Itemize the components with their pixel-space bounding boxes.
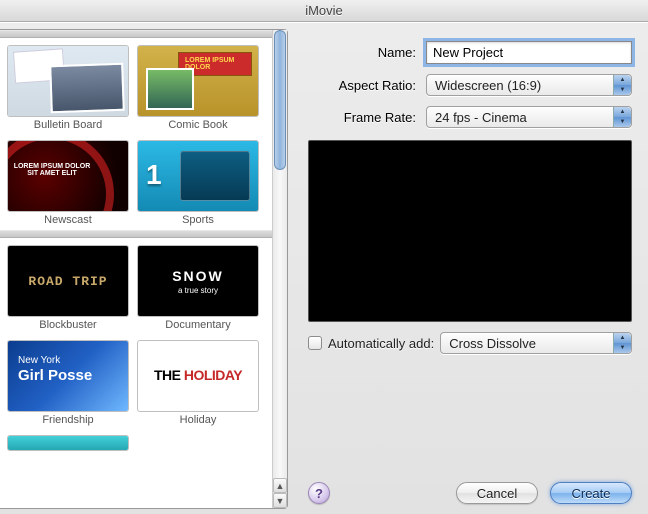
aspect-ratio-value: Widescreen (16:9): [435, 78, 541, 93]
cancel-button-label: Cancel: [477, 486, 517, 501]
frame-rate-label: Frame Rate:: [308, 110, 426, 125]
thumb-text: SNOW: [138, 268, 258, 284]
template-label: Documentary: [138, 319, 258, 331]
form-row-framerate: Frame Rate: 24 fps - Cinema ▲▼: [308, 106, 632, 128]
automatically-add-label: Automatically add:: [328, 336, 434, 351]
create-button-label: Create: [571, 486, 610, 501]
aspect-ratio-select[interactable]: Widescreen (16:9) ▲▼: [426, 74, 632, 96]
template-item-partial[interactable]: [8, 436, 128, 450]
scrollbar-track[interactable]: [273, 30, 287, 478]
help-button[interactable]: ?: [308, 482, 330, 504]
template-item-blockbuster[interactable]: Blockbuster: [8, 246, 128, 331]
template-thumb: [138, 141, 258, 211]
sheet-footer: ? Cancel Create: [308, 482, 632, 504]
name-label: Name:: [308, 45, 426, 60]
template-thumb: [138, 46, 258, 116]
window-title: iMovie: [305, 3, 343, 18]
transition-value: Cross Dissolve: [449, 336, 536, 351]
template-item-holiday[interactable]: THE HOLIDAY Holiday: [138, 341, 258, 426]
automatic-add-row: Automatically add: Cross Dissolve ▲▼: [308, 332, 632, 354]
template-thumb: [8, 436, 128, 450]
template-label: Comic Book: [138, 119, 258, 131]
template-thumb: [8, 246, 128, 316]
frame-rate-value: 24 fps - Cinema: [435, 110, 527, 125]
template-label: Friendship: [8, 414, 128, 426]
select-stepper-icon: ▲▼: [613, 75, 631, 95]
frame-rate-select[interactable]: 24 fps - Cinema ▲▼: [426, 106, 632, 128]
template-scrollbar[interactable]: ▲ ▼: [272, 30, 287, 508]
template-label: Holiday: [138, 414, 258, 426]
create-button[interactable]: Create: [550, 482, 632, 504]
aspect-ratio-label: Aspect Ratio:: [308, 78, 426, 93]
scroll-down-icon[interactable]: ▼: [273, 493, 287, 508]
form-row-name: Name:: [308, 41, 632, 64]
template-scroll-area[interactable]: Bulletin Board Comic Book Newscast Sport…: [0, 30, 272, 508]
new-project-sheet: Bulletin Board Comic Book Newscast Sport…: [0, 22, 648, 514]
template-item-friendship[interactable]: New York Girl Posse Friendship: [8, 341, 128, 426]
template-group-header: [0, 230, 272, 238]
template-picker-panel: Bulletin Board Comic Book Newscast Sport…: [0, 29, 288, 509]
select-stepper-icon: ▲▼: [613, 107, 631, 127]
project-preview: [308, 140, 632, 322]
template-item-sports[interactable]: Sports: [138, 141, 258, 226]
template-label: Newscast: [8, 214, 128, 226]
template-item-newscast[interactable]: Newscast: [8, 141, 128, 226]
project-form-panel: Name: Aspect Ratio: Widescreen (16:9) ▲▼…: [288, 23, 648, 514]
template-item-comic-book[interactable]: Comic Book: [138, 46, 258, 131]
window-titlebar: iMovie: [0, 0, 648, 22]
template-group: Blockbuster SNOW a true story Documentar…: [0, 238, 272, 454]
scrollbar-thumb[interactable]: [274, 30, 286, 170]
template-item-bulletin-board[interactable]: Bulletin Board: [8, 46, 128, 131]
select-stepper-icon: ▲▼: [613, 333, 631, 353]
help-icon: ?: [315, 486, 323, 501]
thumb-text: a true story: [138, 286, 258, 295]
template-thumb: [8, 46, 128, 116]
template-thumb: SNOW a true story: [138, 246, 258, 316]
transition-select[interactable]: Cross Dissolve ▲▼: [440, 332, 632, 354]
scroll-up-icon[interactable]: ▲: [273, 478, 287, 493]
thumb-text: THE HOLIDAY: [138, 367, 258, 383]
project-name-input[interactable]: [426, 41, 632, 64]
template-label: Blockbuster: [8, 319, 128, 331]
template-item-documentary[interactable]: SNOW a true story Documentary: [138, 246, 258, 331]
template-thumb: THE HOLIDAY: [138, 341, 258, 411]
template-label: Bulletin Board: [8, 119, 128, 131]
form-row-aspect: Aspect Ratio: Widescreen (16:9) ▲▼: [308, 74, 632, 96]
template-thumb: New York Girl Posse: [8, 341, 128, 411]
automatically-add-checkbox[interactable]: [308, 336, 322, 350]
template-group-header: [0, 30, 272, 38]
cancel-button[interactable]: Cancel: [456, 482, 538, 504]
thumb-text: Girl Posse: [18, 367, 92, 384]
thumb-text: New York: [18, 355, 60, 366]
template-group: Bulletin Board Comic Book Newscast Sport…: [0, 38, 272, 230]
template-thumb: [8, 141, 128, 211]
template-label: Sports: [138, 214, 258, 226]
